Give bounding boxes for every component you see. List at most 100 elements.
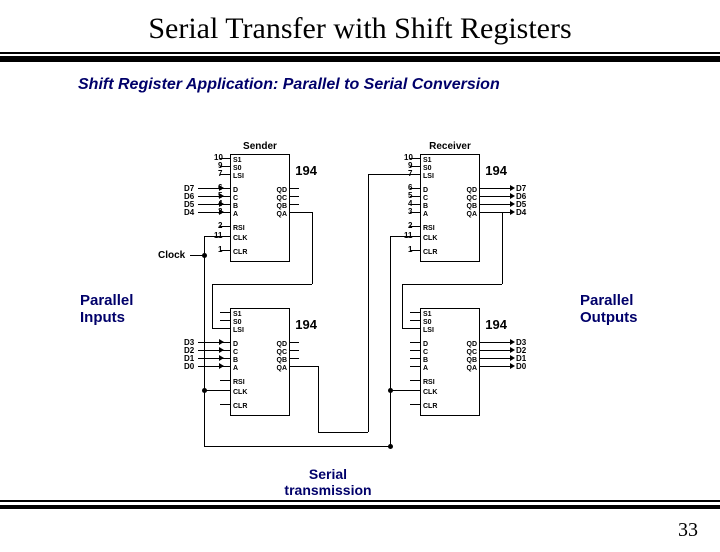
wire — [489, 196, 511, 197]
label-text: Outputs — [580, 309, 638, 326]
pin-label: S0 — [423, 319, 432, 326]
pin-label: QA — [467, 211, 478, 218]
chip-receiver-bottom: 194 S1 S0 LSI D C B A RSI CLK CLR QD QC … — [420, 308, 480, 416]
pin-label: A — [233, 365, 238, 372]
chip-model-label: 194 — [485, 317, 507, 332]
pin-label: D — [423, 187, 428, 194]
wire — [212, 284, 312, 285]
pin-label: QB — [467, 203, 478, 210]
clock-label: Clock — [158, 250, 185, 261]
chip-header: Receiver — [421, 141, 479, 152]
wire — [402, 284, 502, 285]
pin-label: CLK — [423, 389, 437, 396]
chip-model-label: 194 — [295, 317, 317, 332]
junction-dot — [388, 388, 393, 393]
wire — [198, 204, 220, 205]
pin-num: 2 — [408, 221, 412, 230]
wire — [318, 366, 319, 432]
chip-model-label: 194 — [295, 163, 317, 178]
pin-label: D — [423, 341, 428, 348]
wire — [204, 236, 220, 237]
circuit-diagram: Sender 194 S1 S0 LSI D C B A RSI CLK CLR… — [160, 142, 560, 472]
pin-label: QA — [467, 365, 478, 372]
wire — [299, 212, 313, 213]
junction-dot — [388, 444, 393, 449]
wire — [489, 358, 511, 359]
wire — [402, 284, 403, 328]
pin-num: 1 — [218, 245, 222, 254]
label-text: Parallel — [580, 292, 633, 309]
label-text: Parallel — [80, 292, 133, 309]
pin-num: 3 — [408, 207, 412, 216]
parallel-outputs-label: Parallel Outputs — [580, 292, 638, 327]
wire — [204, 236, 205, 446]
footer-rule-thick — [0, 505, 720, 509]
pin-label: S0 — [233, 319, 242, 326]
pin-label: QC — [277, 349, 288, 356]
pin-label: B — [233, 357, 238, 364]
wire — [198, 196, 220, 197]
signal-d0: D0 — [184, 362, 194, 371]
junction-dot — [202, 388, 207, 393]
page-number: 33 — [678, 519, 698, 542]
pin-label: B — [423, 357, 428, 364]
pin-label: S1 — [233, 157, 242, 164]
label-text: Inputs — [80, 309, 125, 326]
pin-label: CLR — [233, 249, 247, 256]
pin-label: S1 — [423, 311, 432, 318]
title-rule-thick — [0, 56, 720, 62]
pin-label: S1 — [233, 311, 242, 318]
wire — [204, 446, 390, 447]
wire — [312, 212, 313, 284]
pin-label: A — [423, 365, 428, 372]
pin-label: RSI — [233, 379, 245, 386]
pin-label: CLK — [233, 389, 247, 396]
signal-d4-out: D4 — [516, 208, 526, 217]
pin-label: QC — [467, 349, 478, 356]
chip-receiver-top: Receiver 194 S1 S0 LSI D C B A RSI CLK C… — [420, 154, 480, 262]
wire — [198, 366, 220, 367]
footer-rule-thin — [0, 500, 720, 502]
pin-label: LSI — [233, 173, 244, 180]
wire — [198, 212, 220, 213]
pin-label: B — [423, 203, 428, 210]
pin-label: RSI — [423, 379, 435, 386]
wire — [489, 350, 511, 351]
wire — [212, 284, 213, 328]
pin-num: 1 — [408, 245, 412, 254]
pin-label: QC — [277, 195, 288, 202]
pin-label: QD — [277, 341, 288, 348]
pin-label: CLK — [233, 235, 247, 242]
pin-label: D — [233, 187, 238, 194]
pin-label: QA — [277, 211, 288, 218]
wire — [489, 204, 511, 205]
wire — [212, 328, 220, 329]
pin-label: RSI — [233, 225, 245, 232]
pin-label: C — [423, 195, 428, 202]
pin-label: QA — [277, 365, 288, 372]
pin-label: QD — [277, 187, 288, 194]
wire — [390, 236, 410, 237]
pin-label: B — [233, 203, 238, 210]
pin-label: A — [423, 211, 428, 218]
pin-label: CLR — [423, 403, 437, 410]
pin-label: CLK — [423, 235, 437, 242]
wire — [489, 212, 503, 213]
pin-label: S0 — [233, 165, 242, 172]
wire — [502, 212, 503, 284]
pin-label: QB — [277, 357, 288, 364]
pin-label: QC — [467, 195, 478, 202]
parallel-inputs-label: Parallel Inputs — [80, 292, 133, 327]
wire — [489, 188, 511, 189]
chip-sender-top: Sender 194 S1 S0 LSI D C B A RSI CLK CLR… — [230, 154, 290, 262]
pin-label: QD — [467, 187, 478, 194]
pin-label: A — [233, 211, 238, 218]
wire — [368, 174, 410, 175]
pin-label: C — [233, 349, 238, 356]
wire — [198, 358, 220, 359]
wire — [390, 390, 410, 391]
chip-model-label: 194 — [485, 163, 507, 178]
wire — [368, 174, 369, 432]
pin-label: LSI — [423, 327, 434, 334]
pin-num: 7 — [218, 169, 222, 178]
